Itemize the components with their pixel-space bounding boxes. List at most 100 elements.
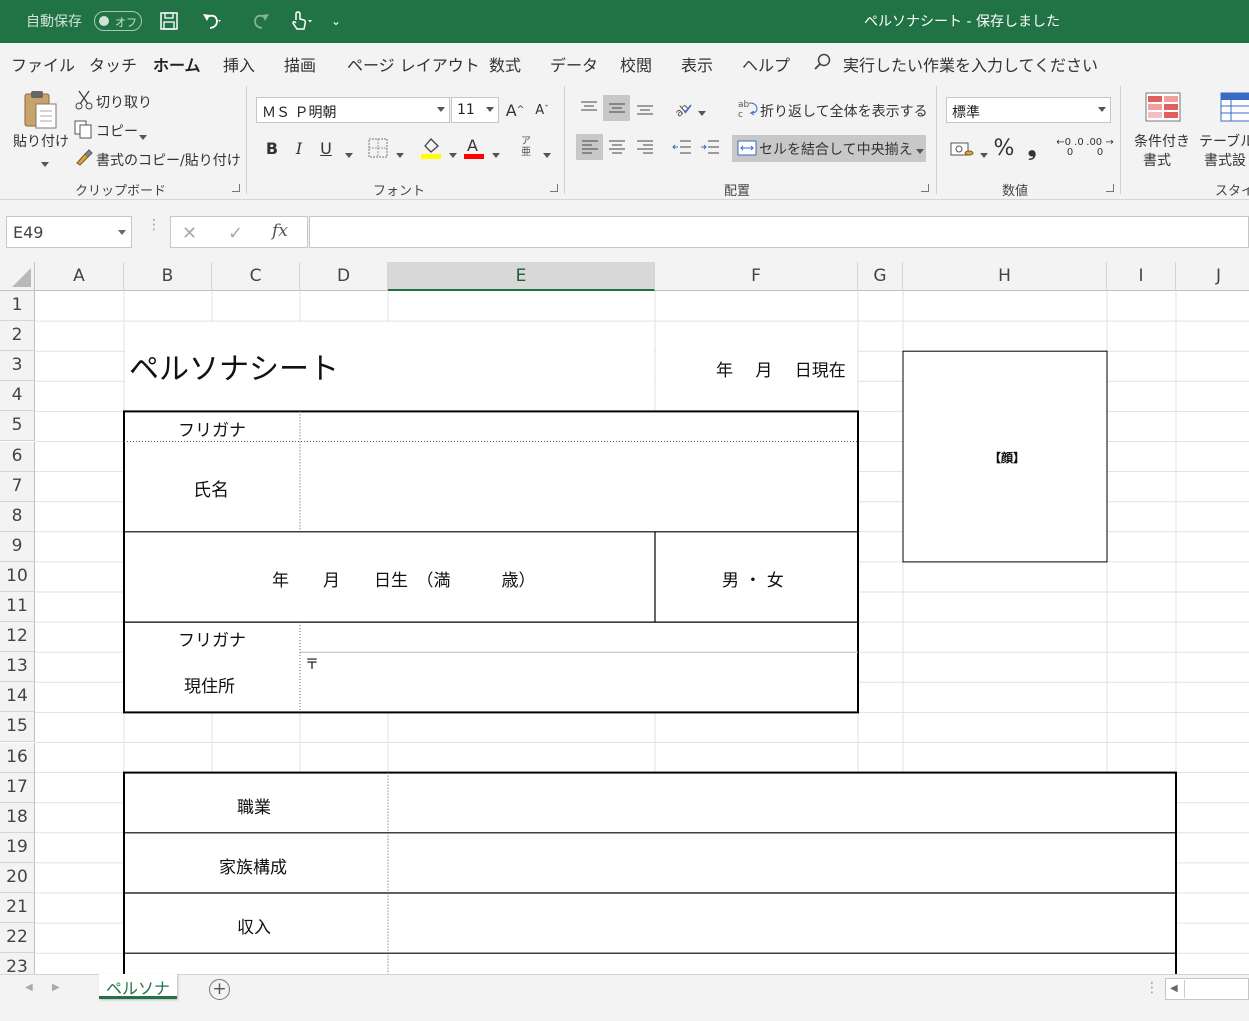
tab-home[interactable]: ホーム (153, 52, 201, 84)
tab-view[interactable]: 表示 (681, 52, 713, 76)
row-header-23[interactable]: 23 (0, 953, 35, 974)
column-header-d[interactable]: D (300, 262, 388, 291)
tab-data[interactable]: データ (550, 52, 598, 76)
font-size-combo[interactable]: 11 (451, 97, 499, 123)
row-header-15[interactable]: 15 (0, 712, 35, 743)
number-dialog-launcher-icon[interactable] (1106, 184, 1114, 192)
font-color-icon[interactable]: A (463, 136, 485, 160)
tab-draw[interactable]: 描画 (284, 52, 316, 76)
merge-dropdown-icon[interactable] (911, 142, 924, 158)
column-header-b[interactable]: B (124, 262, 212, 291)
column-header-f[interactable]: F (655, 262, 858, 291)
row-header-19[interactable]: 19 (0, 832, 35, 863)
format-as-table-button[interactable]: テーブルと (1199, 131, 1249, 151)
increase-decimal-button[interactable]: ←0 .00 (1056, 135, 1084, 161)
paste-icon[interactable] (18, 88, 62, 132)
conditional-format-button-line2[interactable]: 書式 (1143, 150, 1171, 170)
tab-help[interactable]: ヘルプ (742, 52, 790, 76)
horizontal-scrollbar[interactable]: ◀ (1165, 978, 1249, 1000)
increase-font-icon[interactable]: A ^ (504, 97, 526, 123)
column-header-a[interactable]: A (35, 262, 124, 291)
tab-touch[interactable]: タッチ (89, 52, 137, 76)
orientation-dropdown-icon[interactable] (693, 104, 706, 120)
row-header-7[interactable]: 7 (0, 471, 35, 502)
row-header-14[interactable]: 14 (0, 682, 35, 713)
furigana-button[interactable]: ア 亜 (518, 136, 534, 162)
align-middle-icon[interactable] (603, 95, 630, 121)
cancel-icon[interactable]: ✕ (182, 223, 197, 244)
row-header-18[interactable]: 18 (0, 802, 35, 833)
merge-center-button[interactable]: セルを結合して中央揃え (732, 135, 926, 162)
row-header-10[interactable]: 10 (0, 561, 35, 592)
tab-page-layout[interactable]: ページ レイアウト (347, 52, 480, 76)
worksheet-grid[interactable]: ABCDEFGHIJ 1 2 3 4 5 6 7 8 9 10 11 12 13 14 15 16 17 18 19… (0, 262, 1249, 974)
row-header-16[interactable]: 16 (0, 742, 35, 773)
copy-dropdown-icon[interactable] (134, 128, 147, 144)
autosave-toggle[interactable]: オフ (94, 11, 142, 31)
italic-button[interactable]: I (288, 135, 310, 161)
tab-split-grip-icon[interactable]: ⋮ (1145, 980, 1159, 996)
row-header-8[interactable]: 8 (0, 501, 35, 532)
copy-icon[interactable] (74, 120, 94, 140)
cut-button[interactable]: 切り取り (96, 92, 152, 112)
row-header-11[interactable]: 11 (0, 592, 35, 623)
font-name-combo[interactable]: ＭＳ Ｐ明朝 (256, 97, 450, 123)
enter-icon[interactable]: ✓ (228, 223, 243, 244)
copy-button[interactable]: コピー (96, 121, 138, 141)
wrap-text-icon[interactable]: ab c (738, 98, 758, 120)
cut-icon[interactable] (75, 90, 93, 110)
formula-bar-grip-icon[interactable]: ⋮ (147, 218, 161, 242)
column-header-h[interactable]: H (903, 262, 1107, 291)
fill-color-dropdown-icon[interactable] (444, 146, 457, 162)
row-header-2[interactable]: 2 (0, 321, 35, 352)
search-icon[interactable] (813, 52, 833, 72)
column-header-g[interactable]: G (858, 262, 903, 291)
underline-dropdown-icon[interactable] (340, 146, 353, 162)
decrease-indent-icon[interactable] (669, 134, 695, 160)
bold-button[interactable]: B (261, 135, 283, 161)
row-header-5[interactable]: 5 (0, 411, 35, 442)
align-right-icon[interactable] (632, 134, 658, 160)
tab-review[interactable]: 校閲 (620, 52, 652, 76)
currency-dropdown-icon[interactable] (975, 146, 988, 162)
row-header-6[interactable]: 6 (0, 441, 35, 472)
font-color-dropdown-icon[interactable] (487, 146, 500, 162)
paste-dropdown-icon[interactable] (36, 155, 49, 171)
row-header-20[interactable]: 20 (0, 862, 35, 893)
row-header-4[interactable]: 4 (0, 381, 35, 412)
format-as-table-button-line2[interactable]: 書式設 (1204, 150, 1246, 170)
formula-input[interactable] (309, 216, 1249, 248)
sheet-tab-persona[interactable]: ペルソナ (99, 974, 177, 999)
decrease-font-icon[interactable]: Aˇ (531, 97, 553, 123)
column-header-j[interactable]: J (1176, 262, 1249, 291)
column-header-i[interactable]: I (1107, 262, 1176, 291)
customize-qat-icon[interactable]: ⌄ (328, 8, 344, 34)
touch-mode-icon[interactable] (282, 8, 320, 34)
insert-function-icon[interactable]: fx (272, 221, 288, 241)
row-header-1[interactable]: 1 (0, 291, 35, 322)
borders-dropdown-icon[interactable] (391, 146, 404, 162)
row-header-22[interactable]: 22 (0, 923, 35, 954)
tab-file[interactable]: ファイル (11, 52, 75, 76)
select-all-corner[interactable] (0, 262, 35, 291)
scroll-left-icon[interactable]: ◀ (1170, 983, 1178, 994)
row-header-12[interactable]: 12 (0, 622, 35, 653)
tab-formulas[interactable]: 数式 (489, 52, 521, 76)
redo-icon[interactable] (242, 8, 278, 34)
format-painter-icon[interactable] (74, 148, 94, 168)
clipboard-dialog-launcher-icon[interactable] (232, 184, 240, 192)
font-dialog-launcher-icon[interactable] (550, 184, 558, 192)
furigana-dropdown-icon[interactable] (538, 146, 551, 162)
align-center-icon[interactable] (604, 134, 630, 160)
format-painter-button[interactable]: 書式のコピー/貼り付け (96, 150, 241, 170)
percent-button[interactable]: % (991, 135, 1017, 161)
align-top-icon[interactable] (576, 95, 602, 121)
column-header-c[interactable]: C (212, 262, 300, 291)
alignment-dialog-launcher-icon[interactable] (921, 184, 929, 192)
wrap-text-button[interactable]: 折り返して全体を表示する (760, 101, 928, 121)
underline-button[interactable]: U (315, 135, 337, 161)
format-as-table-icon[interactable] (1220, 92, 1249, 122)
conditional-format-button[interactable]: 条件付き (1134, 131, 1190, 151)
row-header-13[interactable]: 13 (0, 652, 35, 683)
align-bottom-icon[interactable] (632, 95, 658, 121)
